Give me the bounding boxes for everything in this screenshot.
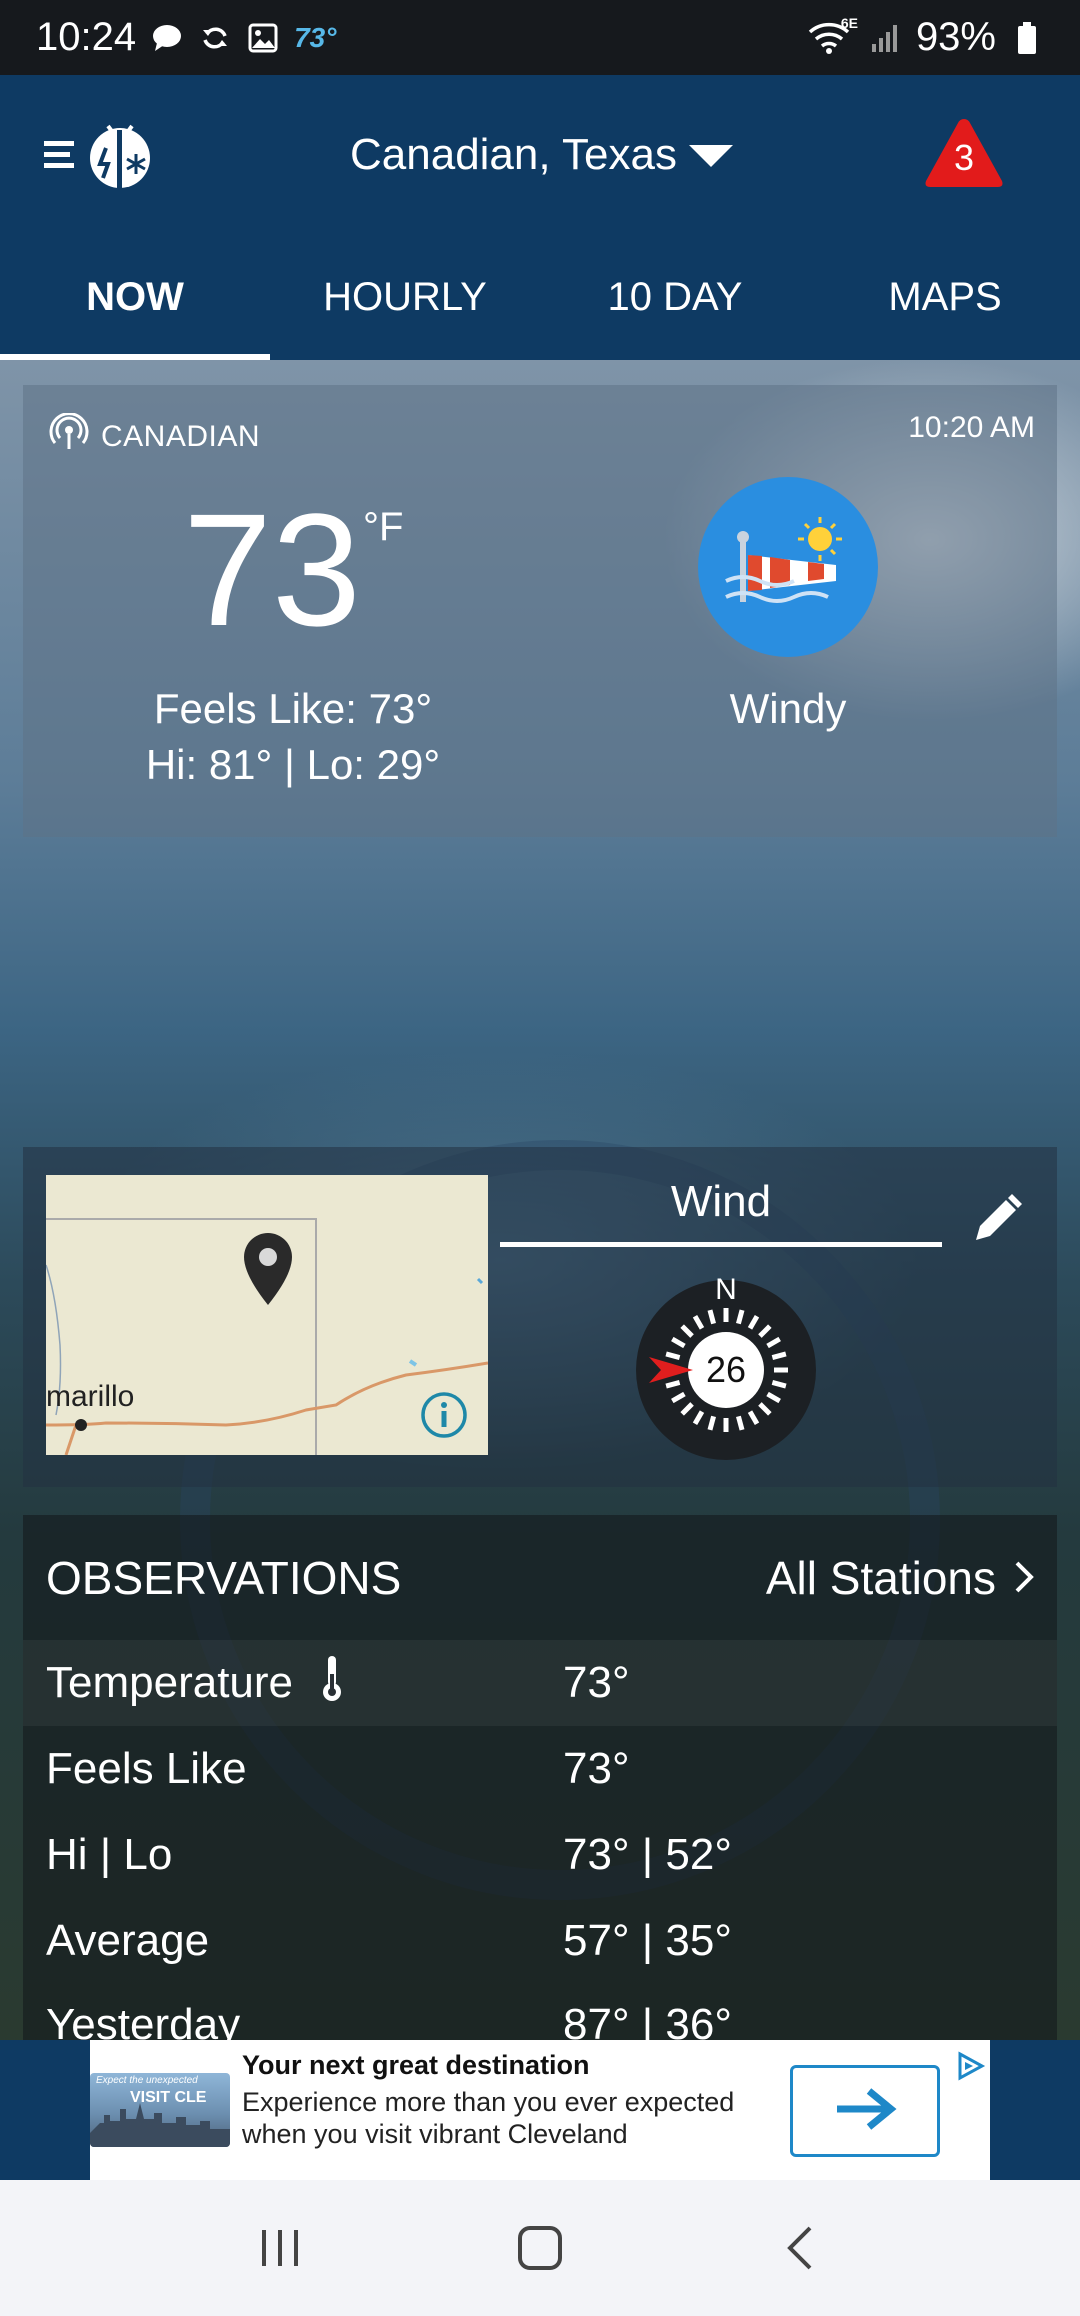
temperature-unit: °F: [363, 505, 404, 549]
station-label: CANADIAN: [49, 412, 261, 461]
recent-apps-button[interactable]: [240, 2208, 320, 2288]
location-name: Canadian, Texas: [350, 130, 677, 179]
status-bar: 10:24 73° 6E 93%: [0, 0, 1080, 75]
observation-time: 10:20 AM: [908, 411, 1035, 444]
header-row: Canadian, Texas 3: [0, 75, 1080, 235]
wind-underline: [500, 1242, 942, 1247]
alerts-button[interactable]: 3: [922, 115, 1006, 191]
network-type: 6E: [840, 14, 858, 31]
status-time: 10:24: [36, 15, 137, 59]
recent-apps-icon: [262, 2230, 298, 2266]
ad-body: Experience more than you ever expected w…: [242, 2087, 735, 2149]
app-logo-icon: [84, 118, 154, 195]
tab-now[interactable]: NOW: [0, 235, 270, 360]
info-icon[interactable]: [420, 1391, 468, 1444]
ad-title: Your next great destination: [242, 2050, 590, 2080]
observation-value: 73°: [563, 1744, 630, 1793]
observation-label: Feels Like: [46, 1744, 247, 1793]
wind-speed: 26: [705, 1349, 747, 1390]
compass-tick: [707, 1309, 716, 1325]
battery-icon: [1010, 21, 1044, 55]
sync-icon: [198, 21, 232, 55]
dropdown-triangle-icon: [687, 130, 735, 180]
hamburger-icon: [44, 134, 78, 179]
system-nav-bar: [0, 2180, 1080, 2316]
radar-map-thumbnail[interactable]: marillo: [46, 1175, 488, 1455]
compass-tick: [707, 1415, 716, 1431]
broadcast-icon: [49, 412, 89, 461]
tab-hourly[interactable]: HOURLY: [270, 235, 540, 360]
tab-maps[interactable]: MAPS: [810, 235, 1080, 360]
observation-row-temperature: Temperature 73°: [23, 1640, 1057, 1726]
ad-choices-icon[interactable]: [954, 2050, 986, 2082]
wind-compass: N 26: [633, 1273, 819, 1463]
condition-label: Windy: [729, 685, 847, 732]
feels-like: Feels Like: 73°: [153, 685, 433, 732]
current-conditions-card[interactable]: CANADIAN 10:20 AM 73 °F Feels Like: 73° …: [23, 385, 1057, 837]
hi-lo: Hi: 81° | Lo: 29°: [145, 741, 441, 788]
observation-value: 73° | 52°: [563, 1830, 732, 1879]
ad-banner[interactable]: Expect the unexpected VISIT CLE Your nex…: [90, 2040, 990, 2180]
map-wind-card: marillo Wind N 26: [23, 1147, 1057, 1487]
battery-percent: 93%: [915, 15, 996, 59]
location-pin-icon: [242, 1231, 294, 1312]
status-weather-temp: 73°: [294, 21, 337, 53]
app-header: Canadian, Texas 3 NOW HOURLY 10 DAY MAPS: [0, 75, 1080, 360]
observation-label: Temperature: [46, 1658, 294, 1707]
windsock-icon: [698, 477, 878, 657]
signal-icon: [868, 21, 902, 55]
chevron-right-icon: [1014, 1551, 1034, 1605]
ad-thumbnail: Expect the unexpected VISIT CLE: [90, 2073, 230, 2147]
arrow-right-icon: [833, 2087, 897, 2136]
ad-cta-button[interactable]: [790, 2065, 940, 2157]
map-city-label: marillo: [46, 1380, 135, 1413]
all-stations-label: All Stations: [765, 1551, 996, 1604]
location-selector[interactable]: Canadian, Texas: [350, 125, 735, 185]
observation-value: 87° | 36°: [563, 2000, 732, 2040]
wifi-icon: 6E: [804, 15, 858, 55]
observation-row-feels-like: Feels Like 73°: [23, 1726, 1057, 1812]
observation-value: 73°: [563, 1658, 630, 1707]
home-button[interactable]: [500, 2208, 580, 2288]
observation-row-yesterday: Yesterday 87° | 36°: [23, 1982, 1057, 2040]
tab-10-day[interactable]: 10 DAY: [540, 235, 810, 360]
menu-button[interactable]: [44, 120, 156, 192]
tab-bar: NOW HOURLY 10 DAY MAPS: [0, 235, 1080, 360]
edit-pencil-icon[interactable]: [968, 1192, 1024, 1248]
observations-header: OBSERVATIONS All Stations: [23, 1515, 1057, 1640]
home-icon: [518, 2226, 562, 2270]
compass-tick: [736, 1415, 745, 1431]
observation-label: Hi | Lo: [46, 1830, 173, 1879]
compass-north-label: N: [715, 1273, 737, 1306]
current-temperature: 73: [183, 480, 361, 659]
observation-row-average: Average 57° | 35°: [23, 1898, 1057, 1984]
observations-panel: OBSERVATIONS All Stations Temperature 73…: [23, 1515, 1057, 2040]
thermometer-icon: [319, 1654, 345, 1713]
observation-row-hi-lo: Hi | Lo 73° | 52°: [23, 1812, 1057, 1898]
wind-title[interactable]: Wind: [500, 1177, 942, 1227]
observation-value: 57° | 35°: [563, 1916, 732, 1965]
gallery-icon: [246, 21, 280, 55]
observation-label: Average: [46, 1916, 210, 1965]
all-stations-link[interactable]: All Stations: [766, 1551, 1034, 1605]
compass-tick: [736, 1309, 745, 1325]
back-button[interactable]: [760, 2208, 840, 2288]
alert-count: 3: [953, 137, 975, 178]
observations-title: OBSERVATIONS: [46, 1551, 402, 1604]
observation-label: Yesterday: [46, 2000, 241, 2040]
station-name: CANADIAN: [101, 420, 261, 453]
back-chevron-icon: [787, 2226, 812, 2270]
chat-bubble-icon: [150, 21, 184, 55]
